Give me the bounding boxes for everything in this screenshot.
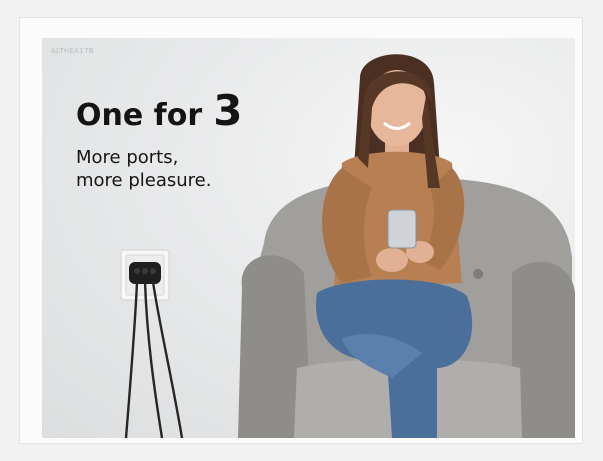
triple-plug-adapter xyxy=(129,262,161,284)
charging-cables xyxy=(124,280,184,438)
ad-photo: ALTHEA17B One for 3 More ports, more ple… xyxy=(42,38,575,438)
photo-scene xyxy=(120,54,575,438)
